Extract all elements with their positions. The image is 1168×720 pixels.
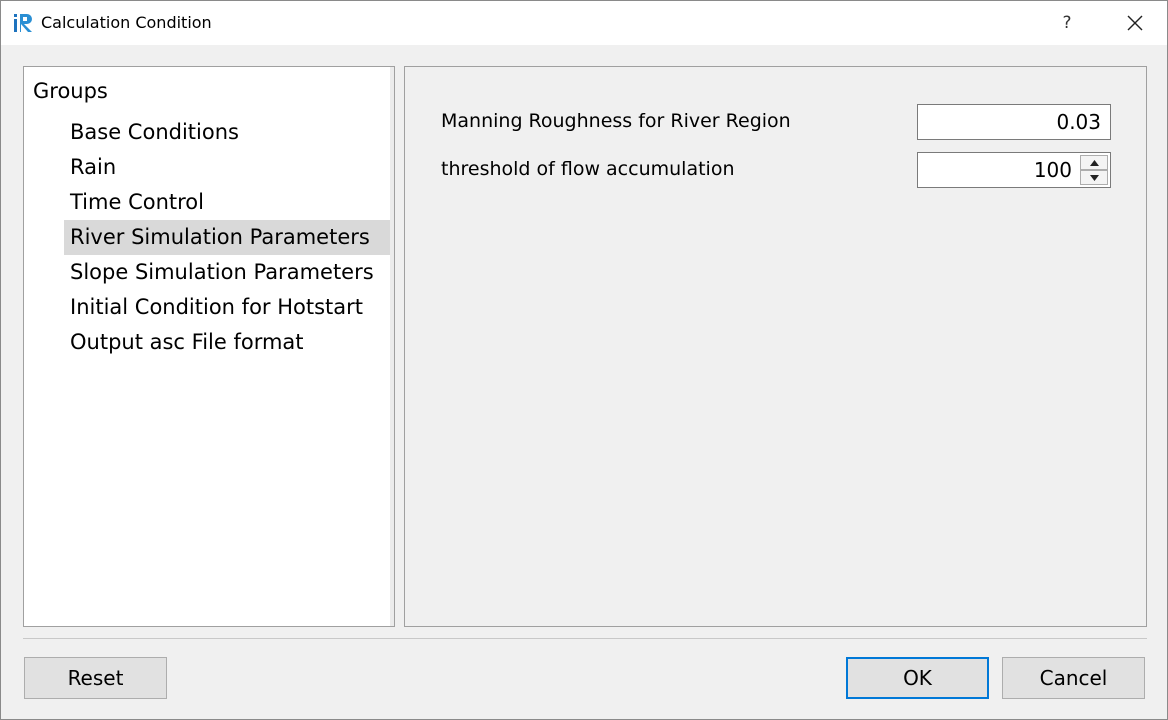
flow-accumulation-threshold-label: threshold of flow accumulation xyxy=(441,158,735,180)
cancel-button[interactable]: Cancel xyxy=(1002,657,1145,699)
manning-roughness-label: Manning Roughness for River Region xyxy=(441,110,791,132)
group-item[interactable]: Rain xyxy=(64,150,392,185)
group-item[interactable]: Output asc File format xyxy=(64,325,392,360)
group-item[interactable]: Time Control xyxy=(64,185,392,220)
group-list: Base Conditions Rain Time Control River Sim… xyxy=(64,115,392,360)
groups-header[interactable]: Groups xyxy=(33,79,108,103)
iric-logo-icon xyxy=(13,12,35,34)
spin-down-button[interactable] xyxy=(1080,170,1108,185)
groups-tree[interactable]: Groups Base Conditions Rain Time Control Ri… xyxy=(23,66,395,627)
group-item[interactable]: River Simulation Parameters xyxy=(64,220,392,255)
arrow-up-icon xyxy=(1090,160,1099,166)
arrow-down-icon xyxy=(1090,175,1099,181)
calculation-condition-dialog: Calculation Condition ? Groups Base Cond… xyxy=(0,0,1168,720)
settings-panel: Manning Roughness for River Region 0.03 … xyxy=(404,66,1147,627)
footer-separator xyxy=(23,638,1147,639)
scrollbar[interactable] xyxy=(390,67,394,626)
reset-button[interactable]: Reset xyxy=(24,657,167,699)
title-bar[interactable]: Calculation Condition ? xyxy=(1,1,1167,45)
window-title: Calculation Condition xyxy=(41,13,212,32)
spinbox-value: 100 xyxy=(1033,158,1072,182)
ok-button[interactable]: OK xyxy=(846,657,989,699)
group-item[interactable]: Base Conditions xyxy=(64,115,392,150)
spin-up-button[interactable] xyxy=(1080,155,1108,170)
close-button[interactable] xyxy=(1113,1,1157,45)
manning-roughness-input[interactable]: 0.03 xyxy=(917,104,1111,140)
flow-accumulation-threshold-spinbox[interactable]: 100 xyxy=(917,152,1111,188)
spin-buttons xyxy=(1080,155,1108,185)
close-icon xyxy=(1127,15,1143,31)
help-button[interactable]: ? xyxy=(1047,1,1087,45)
group-item[interactable]: Slope Simulation Parameters xyxy=(64,255,392,290)
group-item[interactable]: Initial Condition for Hotstart xyxy=(64,290,392,325)
